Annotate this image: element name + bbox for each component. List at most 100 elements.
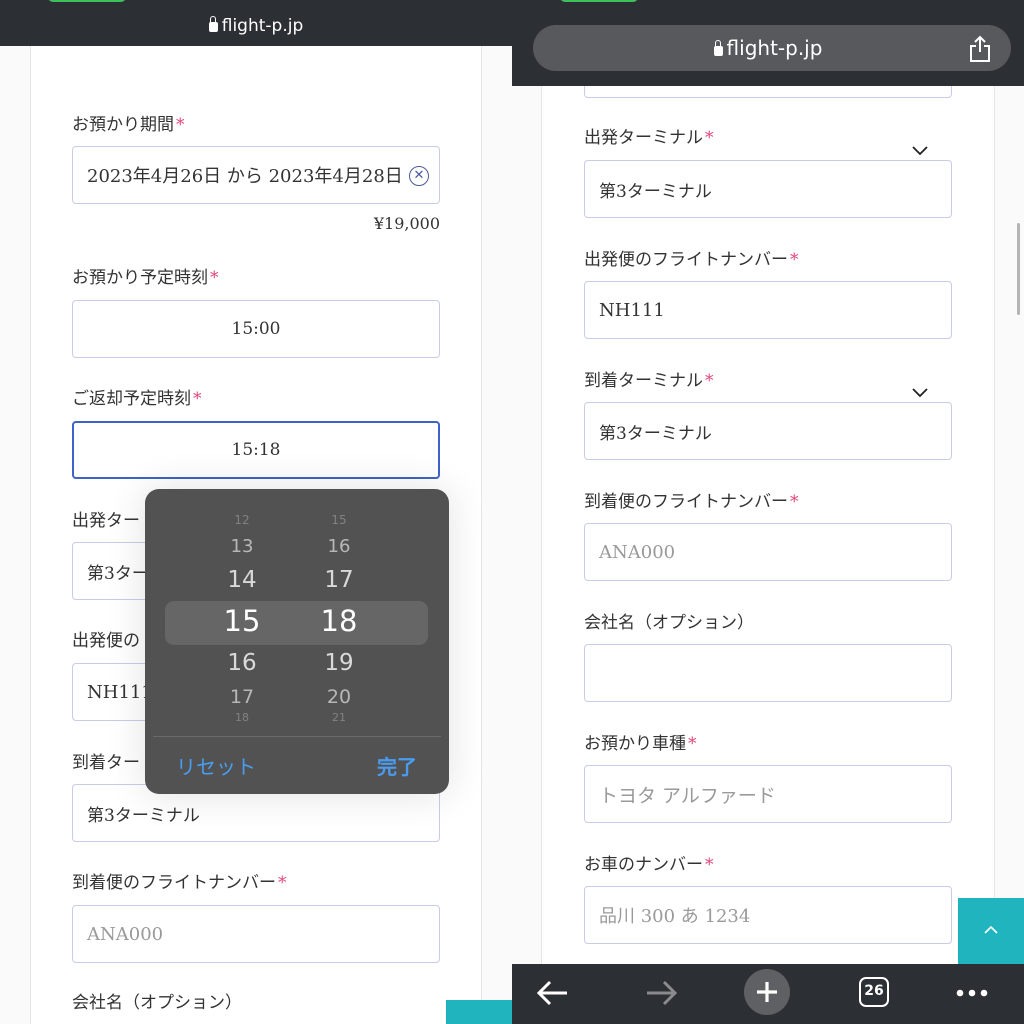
lock-icon [208, 16, 218, 32]
period-input[interactable]: 2023年4月26日 から 2023年4月28日 ✕ [72, 146, 440, 204]
dep-terminal-label: 出発ター [72, 511, 140, 531]
car-number-label-text: お車のナンバー [584, 855, 703, 875]
scrollbar[interactable] [1017, 223, 1020, 315]
lock-icon [713, 40, 723, 56]
return-time-value: 15:18 [231, 440, 281, 460]
picker-selection-band [165, 601, 428, 645]
reset-button[interactable]: リセット [176, 751, 256, 780]
arr-terminal-label-text: 到着ターミナル [584, 371, 703, 391]
status-pill [560, 0, 638, 2]
chevron-down-icon[interactable] [912, 146, 928, 156]
required-mark: * [790, 250, 799, 270]
browser-top-bar: flight-p.jp [512, 0, 1024, 86]
right-screenshot: 出発ターミナル * 第3ターミナル 出発便のフライトナンバー * NH111 到着タ… [512, 0, 1024, 1024]
done-button[interactable]: 完了 [377, 751, 417, 780]
price-text: ¥19,000 [373, 214, 440, 233]
hour-option[interactable]: 16 [207, 650, 277, 676]
hour-selected[interactable]: 15 [207, 604, 277, 638]
dep-flight-input[interactable]: NH111 [584, 281, 952, 339]
dep-terminal-label: 出発ターミナル * [584, 123, 714, 148]
arr-terminal-value: 第3ターミナル [599, 423, 712, 444]
arr-flight-label-text: 到着便のフライトナンバー [72, 873, 276, 893]
chevron-down-icon[interactable] [912, 388, 928, 398]
required-mark: * [210, 268, 219, 288]
dep-flight-label: 出発便の [72, 631, 140, 651]
required-mark: * [688, 734, 697, 754]
arr-flight-placeholder: ANA000 [87, 923, 164, 945]
address-bar[interactable]: flight-p.jp [0, 16, 512, 36]
dep-flight-label-text: 出発便のフライトナンバー [584, 250, 788, 270]
arr-flight-input[interactable]: ANA000 [72, 905, 440, 963]
company-input[interactable] [584, 644, 952, 702]
url-text: flight-p.jp [221, 16, 304, 36]
return-time-label: ご返却予定時刻 * [72, 384, 202, 409]
clear-icon[interactable]: ✕ [409, 166, 429, 186]
minute-option[interactable]: 19 [304, 650, 374, 676]
scroll-top-button[interactable] [446, 1000, 512, 1024]
hour-option[interactable]: 18 [207, 711, 277, 724]
period-label-text: お預かり期間 [72, 115, 174, 135]
minute-option[interactable]: 16 [304, 536, 374, 557]
period-label: お預かり期間 * [72, 110, 185, 135]
minute-selected[interactable]: 18 [304, 604, 374, 638]
dep-terminal-select[interactable]: 第3ターミナル [584, 160, 952, 218]
car-model-label-text: お預かり車種 [584, 734, 686, 754]
required-mark: * [705, 371, 714, 391]
required-mark: * [705, 128, 714, 148]
return-time-input[interactable]: 15:18 [72, 421, 440, 479]
drop-time-label: お預かり予定時刻 * [72, 263, 219, 288]
arr-terminal-value: 第3ターミナル [87, 805, 200, 826]
drop-time-label-text: お預かり予定時刻 [72, 268, 208, 288]
time-picker[interactable]: 12 13 14 15 16 17 18 15 16 17 18 19 20 2… [145, 489, 449, 794]
car-model-input[interactable]: トヨタ アルファード [584, 765, 952, 823]
dep-flight-value: NH111 [87, 681, 153, 703]
minute-option[interactable]: 15 [304, 513, 374, 527]
required-mark: * [790, 492, 799, 512]
scroll-top-button[interactable] [958, 898, 1024, 964]
car-number-placeholder: 品川 300 あ 1234 [599, 906, 751, 927]
dep-terminal-value: 第3ター [87, 563, 149, 584]
hour-option[interactable]: 14 [207, 567, 277, 593]
minute-option[interactable]: 17 [304, 567, 374, 593]
required-mark: * [705, 855, 714, 875]
company-label: 会社名（オプション） [584, 613, 754, 633]
plus-icon [757, 982, 777, 1002]
dep-terminal-label-text: 出発ターミナル [584, 128, 703, 148]
share-icon[interactable] [968, 35, 992, 63]
forward-arrow-icon[interactable] [645, 980, 677, 1006]
arr-flight-input[interactable]: ANA000 [584, 523, 952, 581]
hour-option[interactable]: 12 [207, 513, 277, 527]
car-model-placeholder: トヨタ アルファード [599, 784, 776, 807]
back-arrow-icon[interactable] [537, 980, 569, 1006]
browser-bottom-bar: 26 [512, 964, 1024, 1024]
arr-flight-label: 到着便のフライトナンバー * [584, 487, 799, 512]
tabs-icon[interactable]: 26 [859, 977, 889, 1007]
new-tab-button[interactable] [744, 969, 790, 1015]
dep-flight-value: NH111 [599, 299, 665, 321]
address-text[interactable]: flight-p.jp [512, 36, 1024, 60]
arr-terminal-select[interactable]: 第3ターミナル [584, 402, 952, 460]
arr-terminal-label: 到着ターミナル * [584, 366, 714, 391]
return-time-label-text: ご返却予定時刻 [72, 389, 191, 409]
arr-terminal-label: 到着ター [72, 753, 140, 773]
dep-flight-label: 出発便のフライトナンバー * [584, 245, 799, 270]
car-number-input[interactable]: 品川 300 あ 1234 [584, 886, 952, 944]
company-label: 会社名（オプション） [72, 993, 242, 1013]
required-mark: * [278, 873, 287, 893]
picker-divider [153, 736, 441, 737]
chevron-up-icon [984, 926, 998, 934]
required-mark: * [176, 115, 185, 135]
period-value: 2023年4月26日 から 2023年4月28日 [87, 166, 403, 187]
minute-option[interactable]: 21 [304, 711, 374, 724]
arr-flight-label-text: 到着便のフライトナンバー [584, 492, 788, 512]
required-mark: * [193, 389, 202, 409]
drop-time-input[interactable]: 15:00 [72, 300, 440, 358]
hour-option[interactable]: 13 [207, 536, 277, 557]
more-icon[interactable] [956, 989, 988, 997]
url-text: flight-p.jp [726, 36, 823, 60]
browser-top-bar: flight-p.jp [0, 0, 512, 46]
minute-option[interactable]: 20 [304, 686, 374, 708]
car-model-label: お預かり車種 * [584, 729, 697, 754]
hour-option[interactable]: 17 [207, 686, 277, 708]
dep-terminal-value: 第3ターミナル [599, 181, 712, 202]
